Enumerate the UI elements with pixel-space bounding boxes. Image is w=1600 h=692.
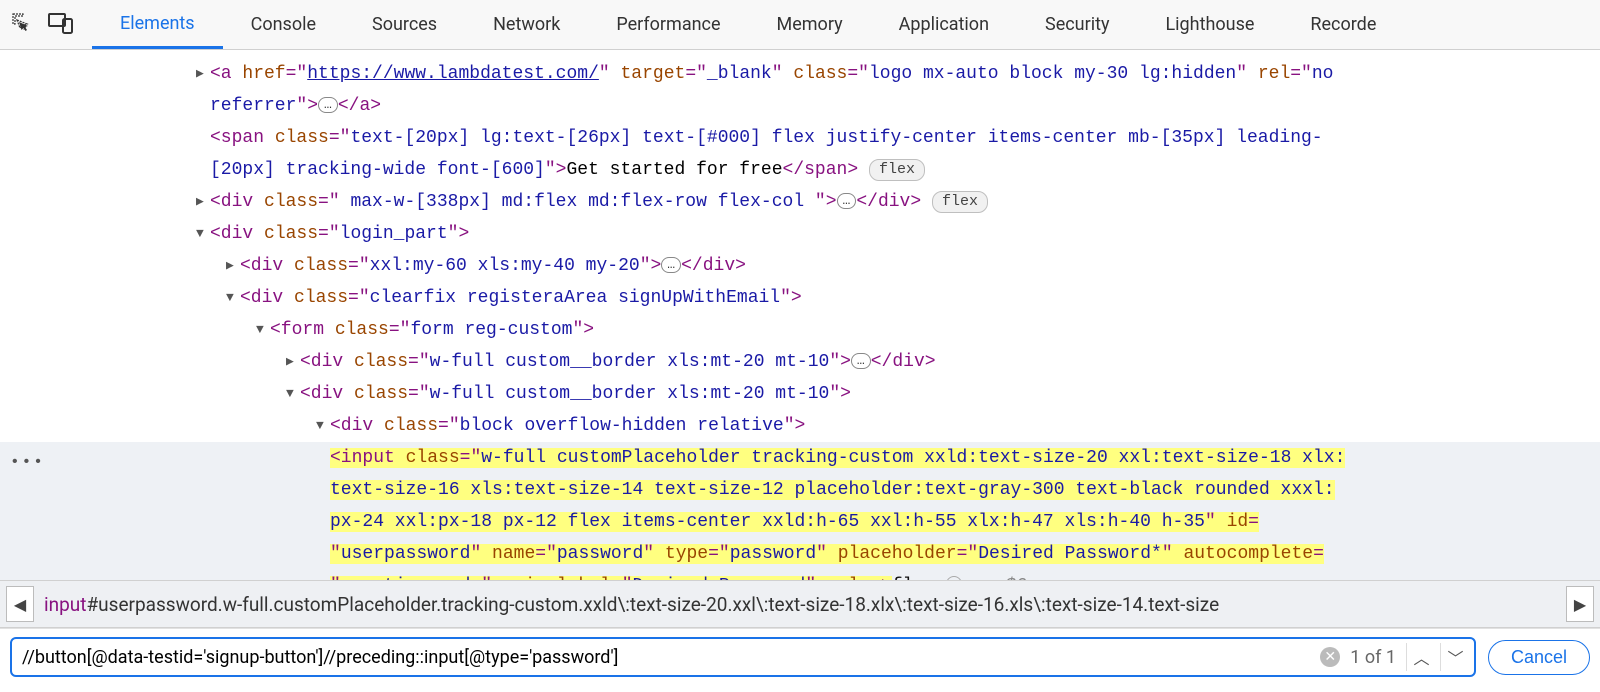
disclosure-collapsed-icon[interactable]: ▶ <box>196 58 210 90</box>
dom-tree[interactable]: ▶<a href="https://www.lambdatest.com/" t… <box>0 50 1600 580</box>
devtools-tabs: Elements Console Sources Network Perform… <box>92 0 1404 49</box>
dom-node-span-wrap[interactable]: [20px] tracking-wide font-[600]">Get sta… <box>0 154 1600 186</box>
disclosure-expanded-icon[interactable]: ▼ <box>226 282 240 314</box>
dom-node-form[interactable]: ▼<form class="form reg-custom"> <box>0 314 1600 346</box>
tab-console[interactable]: Console <box>223 0 344 49</box>
dom-node-block[interactable]: ▼<div class="block overflow-hidden relat… <box>0 410 1600 442</box>
ellipsis-icon[interactable]: … <box>837 193 857 209</box>
dom-node-anchor[interactable]: ▶<a href="https://www.lambdatest.com/" t… <box>0 58 1600 90</box>
disclosure-collapsed-icon[interactable]: ▶ <box>226 250 240 282</box>
disclosure-expanded-icon[interactable]: ▼ <box>286 378 300 410</box>
tab-sources[interactable]: Sources <box>344 0 465 49</box>
tab-lighthouse[interactable]: Lighthouse <box>1137 0 1282 49</box>
row-menu-dots-icon[interactable]: ••• <box>10 446 45 478</box>
search-input-wrap: ✕ 1 of 1 ︿ ﹀ <box>10 637 1476 677</box>
disclosure-collapsed-icon[interactable]: ▶ <box>196 186 210 218</box>
search-match-count: 1 of 1 <box>1350 647 1396 668</box>
search-bar: ✕ 1 of 1 ︿ ﹀ Cancel <box>0 628 1600 685</box>
dom-node-input-selected[interactable]: ••• <input class="w-full customPlacehold… <box>0 442 1600 580</box>
disclosure-expanded-icon[interactable]: ▼ <box>196 218 210 250</box>
dom-node-div-maxw[interactable]: ▶<div class=" max-w-[338px] md:flex md:f… <box>0 186 1600 218</box>
ellipsis-icon[interactable]: … <box>661 257 681 273</box>
tab-network[interactable]: Network <box>465 0 588 49</box>
breadcrumb-scroll-left[interactable]: ◀ <box>6 586 34 622</box>
xpath-search-input[interactable] <box>22 647 1320 668</box>
tab-elements[interactable]: Elements <box>92 0 223 49</box>
dom-node-span[interactable]: <span class="text-[20px] lg:text-[26px] … <box>0 122 1600 154</box>
tab-application[interactable]: Application <box>871 0 1017 49</box>
tab-memory[interactable]: Memory <box>749 0 871 49</box>
breadcrumb-path[interactable]: input#userpassword.w-full.customPlacehol… <box>34 593 1566 616</box>
tab-performance[interactable]: Performance <box>588 0 748 49</box>
flex-badge[interactable]: flex <box>869 159 925 181</box>
inspect-icon[interactable] <box>10 11 34 39</box>
ellipsis-icon[interactable]: … <box>851 353 871 369</box>
disclosure-collapsed-icon[interactable]: ▶ <box>286 346 300 378</box>
tab-security[interactable]: Security <box>1017 0 1137 49</box>
search-prev-icon[interactable]: ︿ <box>1406 643 1430 671</box>
toolbar-left-icons <box>10 11 92 39</box>
dom-node-my60[interactable]: ▶<div class="xxl:my-60 xls:my-40 my-20">… <box>0 250 1600 282</box>
breadcrumb-scroll-right[interactable]: ▶ <box>1566 586 1594 622</box>
device-toolbar-icon[interactable] <box>48 12 74 38</box>
dom-node-wfull-1[interactable]: ▶<div class="w-full custom__border xls:m… <box>0 346 1600 378</box>
ellipsis-icon[interactable]: … <box>318 97 338 113</box>
dom-node-login-part[interactable]: ▼<div class="login_part"> <box>0 218 1600 250</box>
clear-search-icon[interactable]: ✕ <box>1320 647 1340 667</box>
search-next-icon[interactable]: ﹀ <box>1440 643 1464 671</box>
disclosure-expanded-icon[interactable]: ▼ <box>256 314 270 346</box>
cancel-button[interactable]: Cancel <box>1488 640 1590 675</box>
dom-node-anchor-wrap[interactable]: referrer">…</a> <box>0 90 1600 122</box>
annotation-circle-icon <box>946 576 962 580</box>
breadcrumb-bar: ◀ input#userpassword.w-full.customPlaceh… <box>0 580 1600 628</box>
flex-badge[interactable]: flex <box>932 191 988 213</box>
disclosure-expanded-icon[interactable]: ▼ <box>316 410 330 442</box>
tab-recorder[interactable]: Recorde <box>1282 0 1404 49</box>
devtools-toolbar: Elements Console Sources Network Perform… <box>0 0 1600 50</box>
dom-node-wfull-2[interactable]: ▼<div class="w-full custom__border xls:m… <box>0 378 1600 410</box>
dom-node-clearfix[interactable]: ▼<div class="clearfix registeraArea sign… <box>0 282 1600 314</box>
